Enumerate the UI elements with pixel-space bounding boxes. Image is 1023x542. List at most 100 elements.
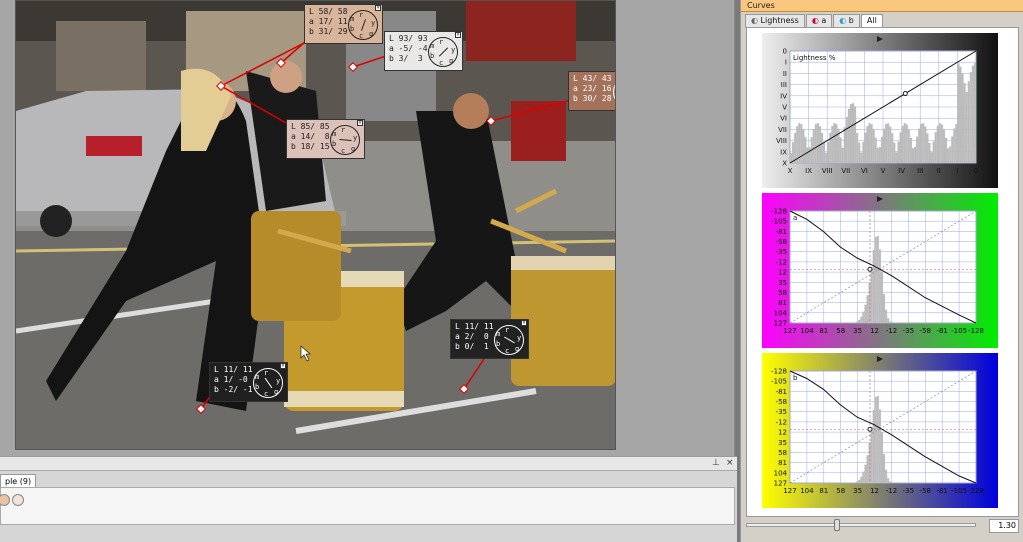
zoom-slider[interactable] — [746, 523, 976, 527]
histogram-bar — [856, 321, 859, 323]
y-tick-label: -105 — [771, 218, 787, 226]
histogram-bar — [812, 128, 815, 163]
dial-letter: c — [341, 147, 346, 155]
histogram-bar — [866, 455, 869, 483]
dial-letter: r — [341, 126, 346, 134]
lightness-curve[interactable]: X IX VIII VII VI V IV III II I 0 0 I II III IV V VI VII VII… — [762, 33, 998, 188]
y-tick-label: -128 — [771, 208, 787, 216]
histogram-bar — [887, 478, 890, 483]
color-sample-5[interactable]: L 11/ 11 a 2/ 0 b 0/ 1 r y g c b m × — [450, 319, 529, 359]
histogram-bar — [889, 481, 892, 483]
color-sample-3[interactable]: L 43/ 43 a 23/ 16 b 30/ 28rygcbm× — [568, 71, 615, 111]
tab-sample[interactable]: ple (9) — [0, 474, 37, 487]
y-tick-label: II — [783, 70, 787, 78]
chart-title: Lightness % — [793, 54, 836, 62]
histogram-bar — [808, 147, 811, 163]
y-tick-label: 127 — [774, 320, 787, 328]
color-sample-6[interactable]: L 11/ 11 a 1/ -0 b -2/ -1 r y g c b m × — [209, 362, 288, 402]
y-tick-label: VII — [778, 126, 787, 134]
dial-letter: c — [359, 32, 364, 40]
histogram-bar — [872, 129, 875, 163]
y-tick-label: V — [782, 104, 787, 112]
zoom-slider-thumb[interactable] — [834, 519, 840, 531]
histogram-bar — [847, 108, 850, 163]
sample-values: L 11/ 11 a 2/ 0 b 0/ 1 — [455, 322, 494, 351]
y-tick-label: -81 — [776, 388, 787, 396]
x-tick-label: 12 — [870, 487, 879, 495]
a-chart[interactable]: 127 104 81 58 35 12 -12 -35 -58 -81 -105 -128-128-1… — [762, 193, 998, 348]
tab-b[interactable]: ◐ b — [833, 14, 860, 28]
histogram-bar — [856, 133, 859, 163]
histogram-bar — [897, 141, 900, 163]
histogram-bar — [961, 73, 964, 163]
hue-dial-icon: rygcbm — [613, 77, 615, 107]
x-tick-label: -105 — [951, 327, 967, 335]
image-window[interactable]: L 58/ 58 a 17/ 11 b 31/ 29 r y g c b m × L 93/ … — [0, 0, 735, 456]
y-tick-label: -105 — [771, 378, 787, 386]
x-tick-label: 81 — [819, 327, 828, 335]
close-icon[interactable]: × — [521, 320, 527, 326]
histogram-bar — [852, 103, 855, 163]
close-icon[interactable]: × — [357, 120, 363, 126]
y-tick-label: 58 — [778, 289, 787, 297]
color-sample-2[interactable]: L 93/ 93 a -5/ -4 b 3/ 3 r y g c b m × — [384, 31, 463, 71]
x-tick-label: -35 — [903, 327, 914, 335]
histogram-bar — [911, 148, 914, 163]
dial-letter: m — [332, 130, 337, 138]
x-tick-label: 58 — [836, 487, 845, 495]
close-icon[interactable]: × — [726, 458, 734, 468]
x-tick-label: -58 — [920, 327, 931, 335]
histogram-bar — [926, 133, 929, 163]
histogram-bar — [866, 125, 869, 163]
pin-icon[interactable]: ⊥ — [712, 458, 720, 468]
histogram-bar — [854, 106, 857, 163]
chart-title: b — [793, 374, 798, 382]
dial-needle — [504, 336, 515, 344]
photo-canvas[interactable]: L 58/ 58 a 17/ 11 b 31/ 29 r y g c b m × L 93/ … — [15, 0, 616, 450]
histogram-bar — [905, 124, 908, 163]
dial-needle — [264, 377, 273, 389]
histogram-bar — [951, 136, 954, 163]
histogram-bar — [794, 132, 797, 163]
tab-icon: ◐ — [751, 16, 761, 25]
tab-icon: ◐ — [811, 16, 822, 25]
tab-label: Lightness — [760, 16, 799, 25]
histogram-bar — [947, 148, 950, 163]
b-curve[interactable]: 127 104 81 58 35 12 -12 -35 -58 -81 -105 -128 -128 -1… — [762, 353, 998, 508]
close-icon[interactable]: × — [455, 32, 461, 38]
x-tick-label: 81 — [819, 487, 828, 495]
dial-letter: r — [439, 38, 444, 46]
dial-needle — [339, 138, 352, 142]
a-curve[interactable]: 127 104 81 58 35 12 -12 -35 -58 -81 -105 -128 -128 -1… — [762, 193, 998, 348]
hue-dial-icon: rygcbm — [253, 368, 283, 398]
curves-tabs: ◐ Lightness ◐ a ◐ b All — [745, 14, 884, 28]
y-tick-label: 104 — [774, 469, 788, 477]
histogram-bar — [843, 127, 846, 163]
histogram-bar — [804, 137, 807, 163]
dial-letter: b — [255, 383, 260, 391]
dial-letter: g — [274, 388, 279, 396]
histogram-bar — [901, 125, 904, 163]
histogram-bar — [876, 147, 879, 163]
histogram-bar — [885, 469, 888, 483]
x-tick-label: 35 — [853, 487, 862, 495]
histogram-bar — [973, 63, 976, 163]
sample-swatch-icon[interactable] — [0, 494, 10, 506]
tab-label: b — [848, 16, 854, 25]
curves-charts: X IX VIII VII VI V IV III II I 0 0 I II III IV V VI VII VII… — [746, 27, 1019, 517]
color-sample-1[interactable]: L 58/ 58 a 17/ 11 b 31/ 29 r y g c b m × — [304, 4, 383, 44]
close-icon[interactable]: × — [280, 363, 286, 369]
tab-a[interactable]: ◐ a — [805, 14, 833, 28]
tab-all[interactable]: All — [860, 14, 883, 28]
histogram-bar — [942, 129, 945, 163]
b-chart[interactable]: 127 104 81 58 35 12 -12 -35 -58 -81 -105 -128-128-1… — [762, 353, 998, 508]
sample-swatch-icon[interactable] — [12, 494, 24, 506]
histogram-bar — [874, 236, 877, 323]
x-tick-label: 127 — [783, 327, 796, 335]
close-icon[interactable]: × — [375, 5, 381, 11]
tab-lightness[interactable]: ◐ Lightness — [745, 14, 805, 28]
histogram-bar — [806, 147, 809, 163]
zoom-value[interactable]: 1.30 — [989, 519, 1019, 533]
lightness-chart[interactable]: X IX VIII VII VI V IV III II I 00IIIIIIIVVVIVIIVII… — [762, 33, 998, 188]
color-sample-4[interactable]: L 85/ 85 a 14/ 8 b 18/ 15 r y g c b m × — [286, 119, 365, 159]
